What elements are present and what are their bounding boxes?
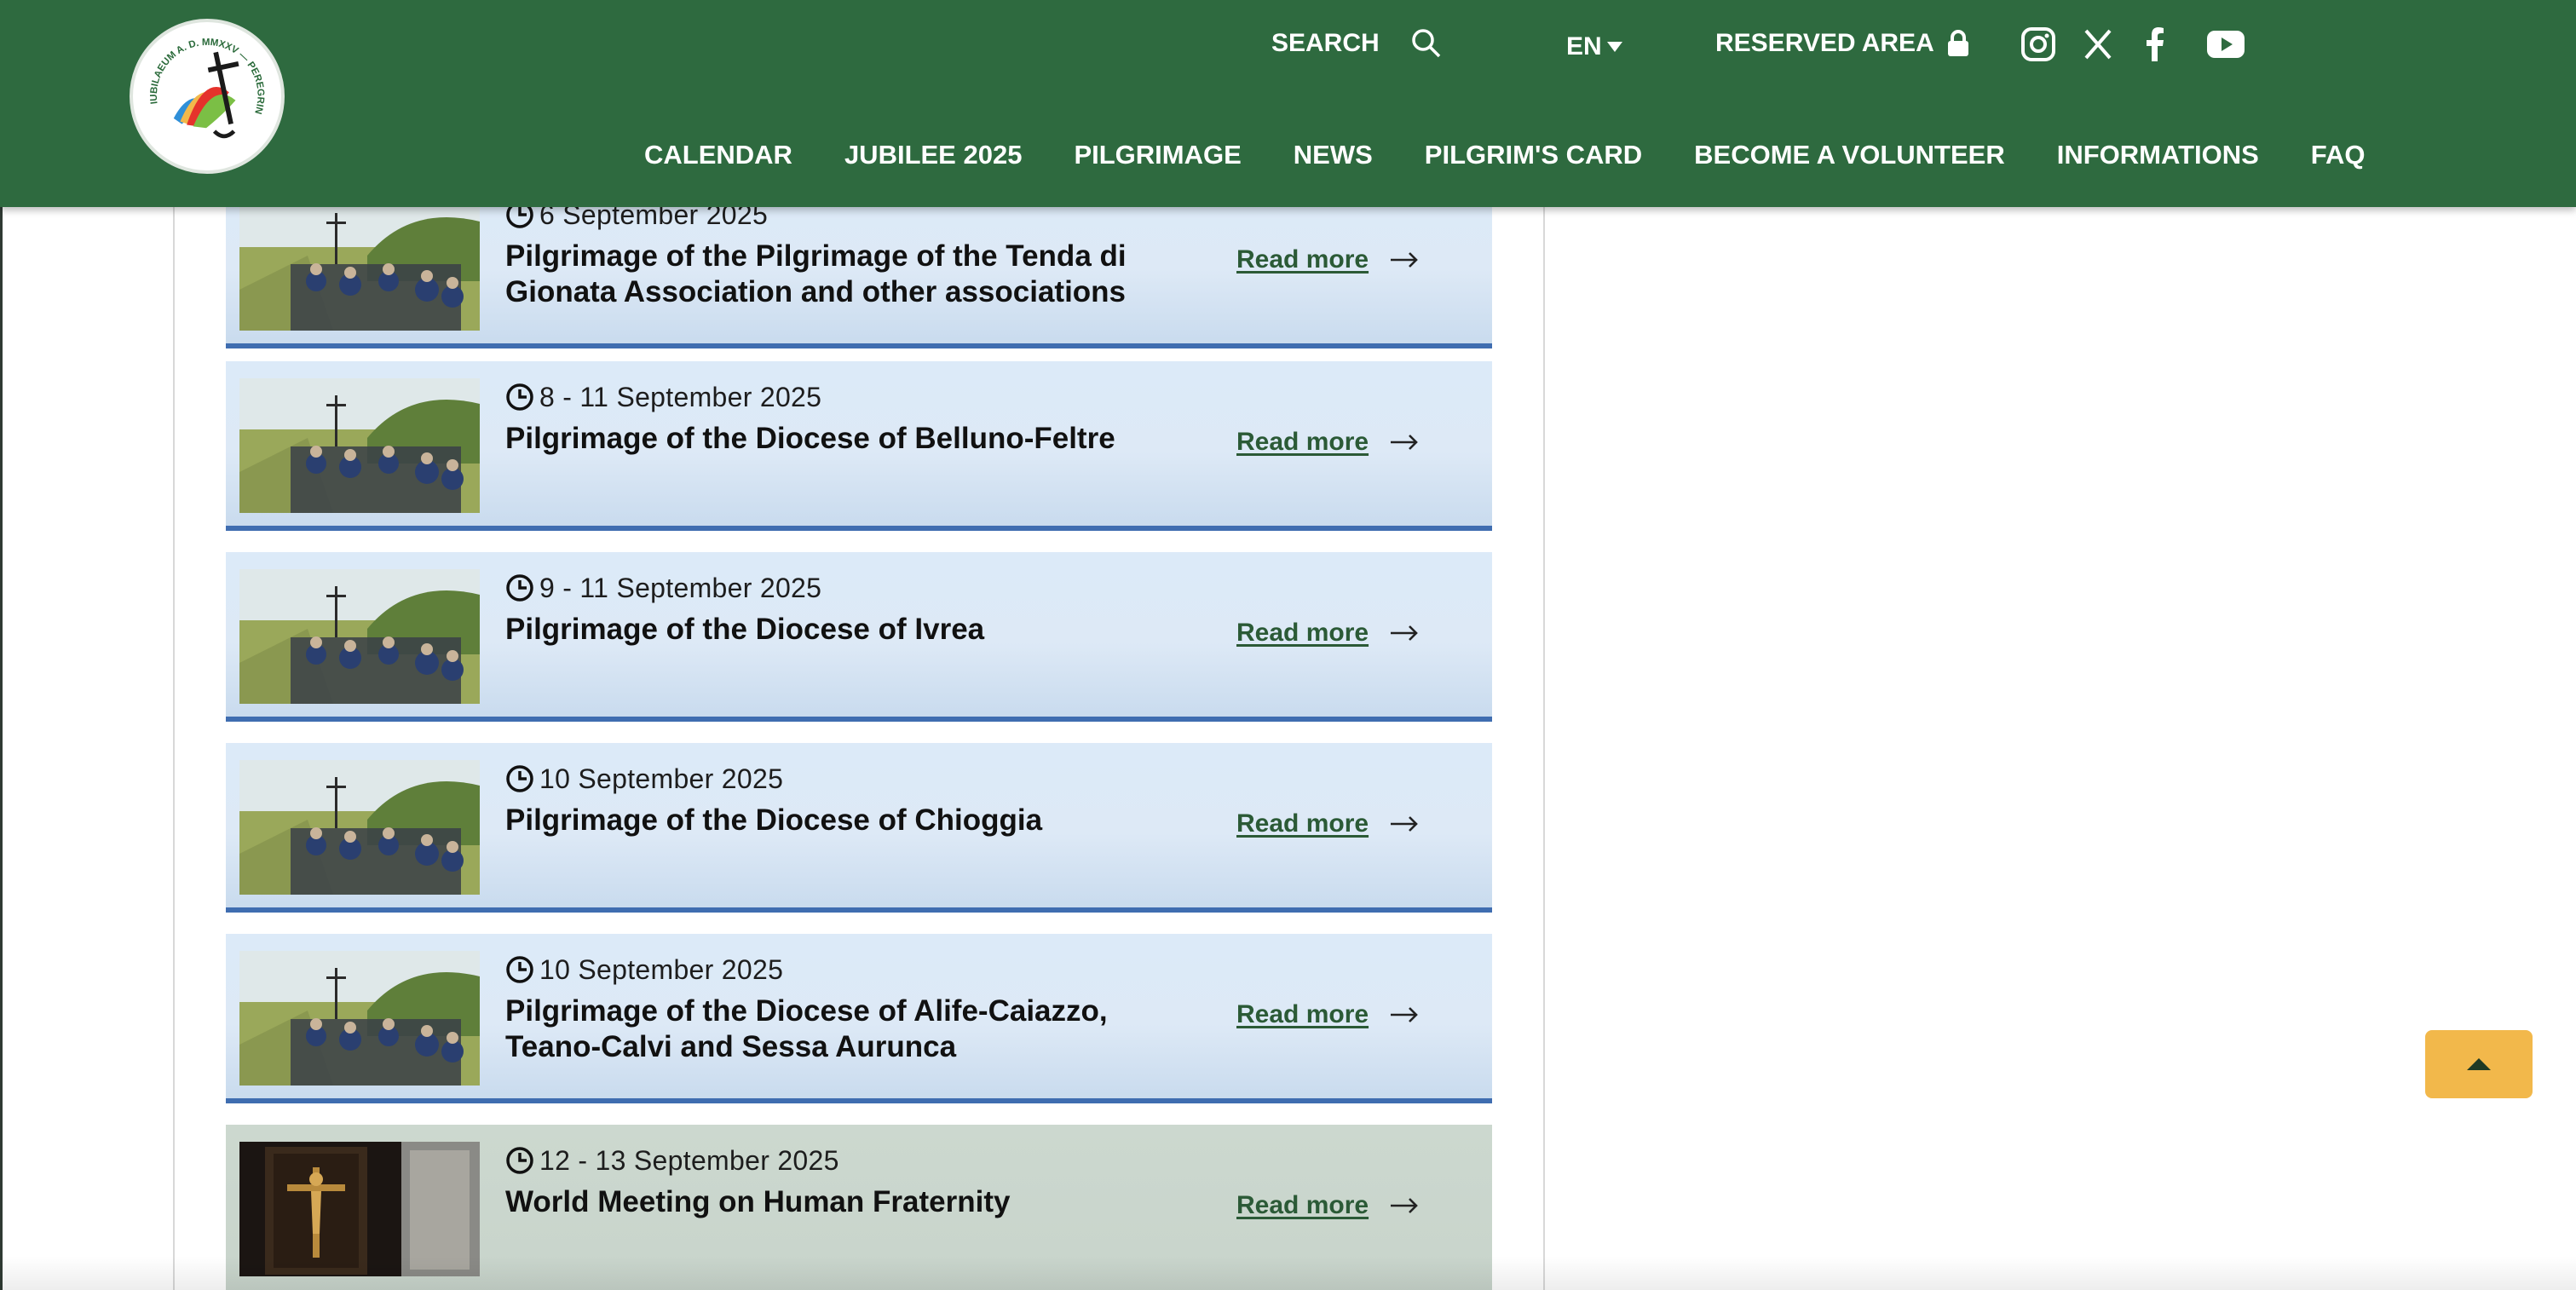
clock-icon <box>506 574 533 602</box>
search-label: SEARCH <box>1271 29 1380 57</box>
event-title: Pilgrimage of the Diocese of Ivrea <box>505 613 985 646</box>
x-icon[interactable] <box>2079 26 2117 63</box>
event-date-text: 10 September 2025 <box>539 763 784 794</box>
jubilee-logo-icon: IUBILAEUM A. D. MMXXV — PEREGRINANTES IN… <box>129 14 266 139</box>
nav-pilgrimage[interactable]: PILGRIMAGE <box>1074 140 1241 170</box>
clock-icon <box>506 956 533 983</box>
site-header: IUBILAEUM A. D. MMXXV — PEREGRINANTES IN… <box>0 0 2576 207</box>
event-title: Pilgrimage of the Diocese of Chioggia <box>505 803 1043 837</box>
pilgrims-photo-image <box>239 569 480 704</box>
event-thumbnail[interactable] <box>239 196 480 331</box>
instagram-icon[interactable] <box>2020 26 2057 63</box>
read-more-link[interactable]: Read more <box>1236 1000 1420 1029</box>
reserved-area-label: RESERVED AREA <box>1715 29 1934 57</box>
event-date-text: 12 - 13 September 2025 <box>539 1144 839 1176</box>
caret-up-icon <box>2467 1058 2491 1070</box>
event-card: 8 - 11 September 2025 Pilgrimage of the … <box>226 361 1492 531</box>
main-navigation: CALENDAR JUBILEE 2025 PILGRIMAGE NEWS PI… <box>644 140 2366 170</box>
pilgrims-photo-image <box>239 760 480 895</box>
event-date: 8 - 11 September 2025 <box>505 380 821 414</box>
reserved-area-link[interactable]: RESERVED AREA <box>1715 29 1970 58</box>
event-date: 10 September 2025 <box>505 953 783 987</box>
read-more-label: Read more <box>1236 809 1369 838</box>
event-title: Pilgrimage of the Diocese of Alife-Caiaz… <box>505 994 1108 1063</box>
read-more-label: Read more <box>1236 1000 1369 1028</box>
event-date-text: 8 - 11 September 2025 <box>539 381 822 412</box>
pilgrims-photo-image <box>239 196 480 331</box>
event-title: Pilgrimage of the Pilgrimage of the Tend… <box>505 239 1127 308</box>
language-label: EN <box>1566 32 1602 60</box>
search-button[interactable]: SEARCH <box>1271 27 1443 60</box>
event-card: 10 September 2025 Pilgrimage of the Dioc… <box>226 743 1492 913</box>
arrow-right-icon <box>1391 625 1418 641</box>
read-more-link[interactable]: Read more <box>1236 1191 1420 1220</box>
clock-icon <box>506 383 533 411</box>
nav-calendar[interactable]: CALENDAR <box>644 140 792 170</box>
event-title: World Meeting on Human Fraternity <box>505 1185 1011 1218</box>
arrow-right-icon <box>1391 816 1418 832</box>
read-more-link[interactable]: Read more <box>1236 619 1420 648</box>
facebook-icon[interactable] <box>2137 26 2175 63</box>
youtube-icon[interactable] <box>2205 26 2246 63</box>
bottom-shadow <box>0 1256 2576 1290</box>
read-more-link[interactable]: Read more <box>1236 809 1420 838</box>
jubilee-logo[interactable]: IUBILAEUM A. D. MMXXV — PEREGRINANTES IN… <box>129 14 285 174</box>
event-date: 9 - 11 September 2025 <box>505 571 821 605</box>
clock-icon <box>506 765 533 792</box>
pilgrims-photo-image <box>239 378 480 513</box>
nav-faq[interactable]: FAQ <box>2311 140 2366 170</box>
event-card: 10 September 2025 Pilgrimage of the Dioc… <box>226 934 1492 1103</box>
lock-icon <box>1947 30 1968 56</box>
event-thumbnail[interactable] <box>239 951 480 1086</box>
arrow-right-icon <box>1391 1007 1418 1022</box>
search-icon <box>1411 29 1440 58</box>
read-more-label: Read more <box>1236 428 1369 456</box>
arrow-right-icon <box>1391 252 1418 268</box>
language-selector[interactable]: EN <box>1566 32 1624 61</box>
caret-down-icon <box>1606 42 1622 52</box>
event-thumbnail[interactable] <box>239 569 480 704</box>
read-more-label: Read more <box>1236 245 1369 274</box>
read-more-link[interactable]: Read more <box>1236 428 1420 457</box>
pilgrims-photo-image <box>239 951 480 1086</box>
nav-become-a-volunteer[interactable]: BECOME A VOLUNTEER <box>1694 140 2005 170</box>
read-more-link[interactable]: Read more <box>1236 245 1420 274</box>
event-date: 10 September 2025 <box>505 762 783 796</box>
event-date-text: 9 - 11 September 2025 <box>539 572 822 603</box>
event-thumbnail[interactable] <box>239 378 480 513</box>
nav-pilgrims-card[interactable]: PILGRIM'S CARD <box>1425 140 1642 170</box>
clock-icon <box>506 1147 533 1174</box>
read-more-label: Read more <box>1236 619 1369 647</box>
event-card: 9 - 11 September 2025 Pilgrimage of the … <box>226 552 1492 722</box>
nav-news[interactable]: NEWS <box>1294 140 1373 170</box>
nav-jubilee-2025[interactable]: JUBILEE 2025 <box>844 140 1023 170</box>
event-date-text: 10 September 2025 <box>539 953 784 985</box>
event-title: Pilgrimage of the Diocese of Belluno-Fel… <box>505 422 1115 455</box>
event-thumbnail[interactable] <box>239 760 480 895</box>
arrow-right-icon <box>1391 1198 1418 1213</box>
back-to-top-button[interactable] <box>2425 1030 2533 1098</box>
read-more-label: Read more <box>1236 1191 1369 1219</box>
arrow-right-icon <box>1391 435 1418 450</box>
event-date: 12 - 13 September 2025 <box>505 1143 839 1178</box>
nav-informations[interactable]: INFORMATIONS <box>2057 140 2259 170</box>
